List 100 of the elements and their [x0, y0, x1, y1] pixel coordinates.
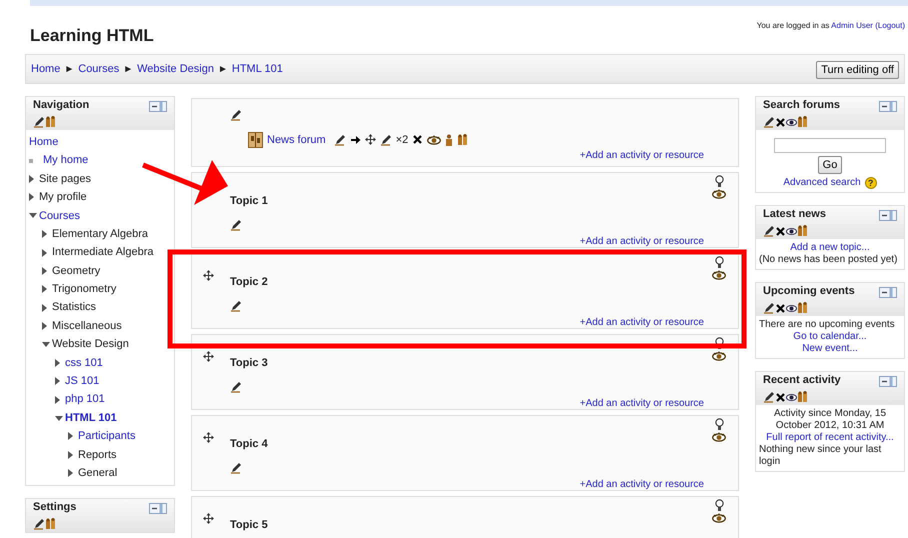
cross-icon[interactable] — [775, 226, 786, 237]
eye-icon[interactable] — [712, 270, 726, 280]
nav-item[interactable]: Participants — [78, 428, 136, 445]
pencil-icon[interactable] — [230, 109, 242, 122]
nav-item[interactable]: Intermediate Algebra — [52, 244, 154, 261]
block-link[interactable]: Full report of recent activity... — [759, 432, 901, 444]
nav-item[interactable]: Website Design — [52, 336, 129, 353]
collapsed-arrow-icon[interactable] — [68, 469, 73, 478]
dock-icon[interactable] — [879, 210, 897, 222]
search-field[interactable] — [774, 138, 886, 153]
dock-icon[interactable] — [879, 376, 897, 388]
collapsed-arrow-icon[interactable] — [42, 322, 47, 330]
help-icon[interactable]: ? — [864, 177, 877, 190]
cross-icon[interactable] — [775, 302, 786, 314]
pencil-icon[interactable] — [763, 225, 775, 238]
nav-item[interactable]: General — [78, 464, 118, 482]
add-activity-link[interactable]: +Add an activity or resource — [580, 398, 704, 408]
collapsed-arrow-icon[interactable] — [55, 377, 60, 386]
nav-item[interactable]: Elementary Algebra — [52, 226, 148, 242]
nav-item[interactable]: Miscellaneous — [52, 318, 122, 334]
collapsed-arrow-icon[interactable] — [55, 396, 60, 404]
move-icon[interactable] — [203, 513, 214, 524]
move-icon[interactable] — [203, 351, 214, 362]
pencil-icon[interactable] — [763, 116, 775, 128]
eye-icon[interactable] — [712, 513, 726, 523]
pencil-icon[interactable] — [230, 219, 242, 232]
nav-item[interactable]: HTML 101 — [65, 410, 117, 426]
move-icon[interactable] — [364, 134, 376, 146]
breadcrumb-link[interactable]: HTML 101 — [232, 60, 283, 78]
collapsed-arrow-icon[interactable] — [42, 248, 47, 257]
cross-icon[interactable] — [412, 134, 424, 146]
pencil-icon[interactable] — [33, 116, 45, 128]
collapsed-arrow-icon[interactable] — [42, 266, 47, 275]
expanded-arrow-icon[interactable] — [42, 342, 50, 347]
eye-icon[interactable] — [786, 118, 797, 126]
nav-item[interactable]: Home — [29, 134, 58, 150]
move-icon[interactable] — [203, 270, 214, 281]
nav-item[interactable]: Reports — [78, 446, 117, 464]
collapsed-arrow-icon[interactable] — [55, 358, 60, 367]
people-icon[interactable] — [45, 518, 56, 530]
move-icon[interactable] — [203, 432, 214, 443]
expanded-arrow-icon[interactable] — [29, 213, 37, 218]
dock-icon[interactable] — [149, 101, 167, 112]
pencil-icon[interactable] — [763, 391, 775, 404]
turn-editing-off-button[interactable]: Turn editing off — [816, 60, 899, 79]
nav-item[interactable]: css 101 — [65, 354, 103, 372]
nav-item[interactable]: My profile — [39, 189, 87, 206]
pencil-icon[interactable] — [230, 381, 242, 394]
pencil-icon[interactable] — [380, 134, 392, 146]
add-activity-link[interactable]: +Add an activity or resource — [580, 478, 704, 490]
collapsed-arrow-icon[interactable] — [42, 285, 47, 294]
add-activity-link[interactable]: +Add an activity or resource — [580, 236, 704, 246]
cross-icon[interactable] — [775, 392, 786, 403]
block-link[interactable]: Go to calendar... — [759, 331, 901, 344]
eye-icon[interactable] — [712, 351, 726, 361]
pencil-icon[interactable] — [334, 134, 346, 146]
nav-item[interactable]: Trigonometry — [52, 281, 116, 298]
eye-icon[interactable] — [712, 432, 726, 442]
eye-icon[interactable] — [786, 226, 797, 236]
block-link[interactable]: Add a new topic... — [759, 242, 901, 254]
collapsed-arrow-icon[interactable] — [68, 450, 73, 459]
collapsed-arrow-icon[interactable] — [42, 230, 47, 238]
pencil-icon[interactable] — [230, 300, 242, 312]
people-icon[interactable] — [797, 302, 808, 314]
nav-item[interactable]: My home — [43, 152, 88, 169]
dock-icon[interactable] — [879, 287, 897, 298]
people-icon[interactable] — [797, 391, 808, 404]
eye-icon[interactable] — [712, 189, 726, 199]
breadcrumb-link[interactable]: Website Design — [137, 60, 214, 78]
nav-item[interactable]: Courses — [39, 208, 80, 224]
user-link[interactable]: Admin User — [831, 21, 873, 30]
people-icon[interactable] — [797, 116, 808, 128]
block-link[interactable]: New event... — [759, 343, 901, 356]
collapsed-arrow-icon[interactable] — [29, 193, 34, 202]
go-button[interactable]: Go — [818, 156, 842, 174]
nav-item[interactable]: Geometry — [52, 262, 100, 280]
pencil-icon[interactable] — [763, 302, 775, 314]
pencil-icon[interactable] — [230, 462, 242, 474]
arrow-icon[interactable] — [350, 134, 361, 145]
indent-label[interactable]: ×2 — [396, 132, 408, 148]
eye-icon[interactable] — [427, 134, 442, 145]
nav-item[interactable]: Statistics — [52, 299, 96, 316]
eye-icon[interactable] — [786, 392, 797, 402]
people-icon[interactable] — [797, 225, 808, 238]
expanded-arrow-icon[interactable] — [55, 416, 63, 421]
nav-item[interactable]: JS 101 — [65, 373, 100, 390]
collapsed-arrow-icon[interactable] — [68, 432, 73, 440]
collapsed-arrow-icon[interactable] — [29, 174, 34, 183]
cross-icon[interactable] — [775, 116, 786, 128]
forum-link[interactable]: News forum — [267, 132, 326, 148]
eye-icon[interactable] — [786, 304, 797, 313]
add-activity-link[interactable]: +Add an activity or resource — [580, 316, 704, 328]
breadcrumb-link[interactable]: Courses — [78, 60, 120, 78]
nav-item[interactable]: php 101 — [65, 391, 105, 408]
people-icon[interactable] — [457, 134, 468, 146]
people-icon[interactable] — [45, 116, 56, 128]
collapsed-arrow-icon[interactable] — [42, 304, 47, 312]
add-activity-link[interactable]: +Add an activity or resource — [580, 150, 704, 161]
dock-icon[interactable] — [879, 101, 897, 112]
nav-item[interactable]: Site pages — [39, 170, 91, 188]
